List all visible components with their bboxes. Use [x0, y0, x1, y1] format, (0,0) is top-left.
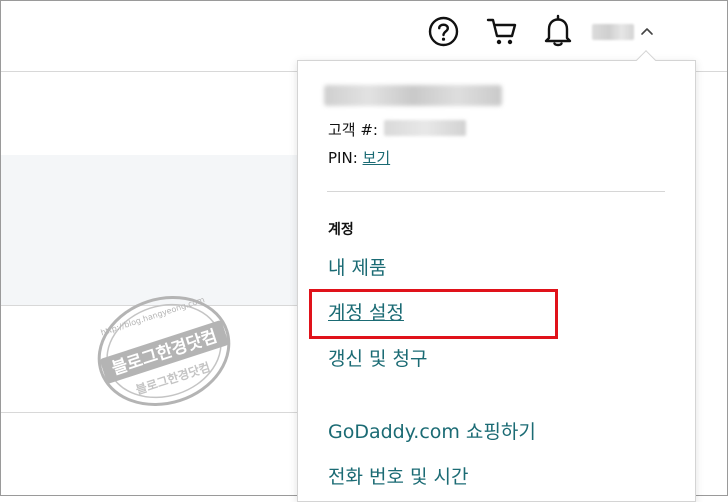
help-icon[interactable]	[428, 16, 459, 47]
content-band	[1, 155, 301, 306]
menu-item-phone-hours[interactable]: 전화 번호 및 시간	[328, 462, 468, 489]
watermark-seal: http://blog.hangyeong.com 블로그한경닷컴 블로그한경닷…	[88, 289, 240, 417]
chevron-up-icon[interactable]	[640, 26, 654, 36]
menu-item-shop-godaddy[interactable]: GoDaddy.com 쇼핑하기	[328, 417, 536, 444]
cart-icon[interactable]	[486, 16, 518, 47]
bell-icon[interactable]	[543, 14, 573, 47]
customer-number-label: 고객 #:	[328, 121, 378, 139]
customer-number-redacted	[384, 120, 466, 136]
pin-view-link[interactable]: 보기	[363, 149, 391, 167]
pin-label: PIN:	[328, 149, 358, 167]
highlight-box	[309, 289, 558, 339]
menu-item-renewals-billing[interactable]: 갱신 및 청구	[328, 344, 427, 371]
dropdown-divider	[327, 191, 665, 192]
menu-item-my-products[interactable]: 내 제품	[328, 253, 386, 280]
pin-row: PIN: 보기	[328, 147, 390, 168]
account-name-redacted[interactable]	[592, 24, 634, 40]
section-heading-account: 계정	[328, 222, 354, 238]
user-name-redacted	[324, 85, 502, 106]
